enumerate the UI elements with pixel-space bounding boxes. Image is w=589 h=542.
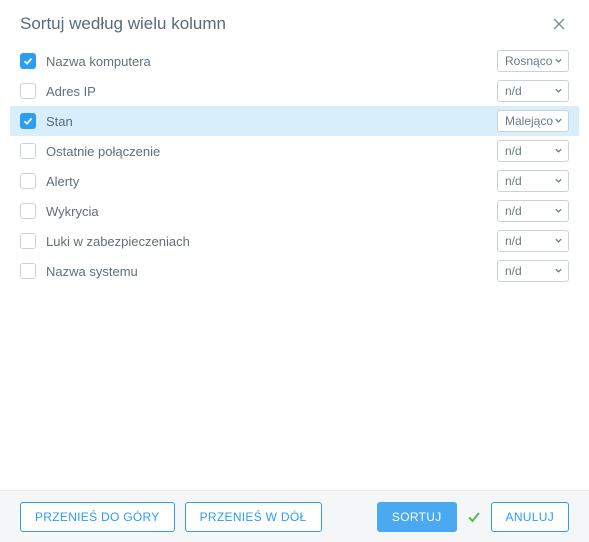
column-checkbox[interactable] bbox=[20, 83, 36, 99]
order-select-value: n/d bbox=[505, 174, 522, 188]
chevron-down-icon bbox=[554, 84, 563, 98]
column-label: Alerty bbox=[46, 174, 79, 189]
cancel-button[interactable]: ANULUJ bbox=[491, 502, 569, 532]
order-select-value: n/d bbox=[505, 264, 522, 278]
column-checkbox[interactable] bbox=[20, 113, 36, 129]
order-select-value: Malejąco bbox=[505, 114, 553, 128]
footer-left-group: PRZENIEŚ DO GÓRY PRZENIEŚ W DÓŁ bbox=[20, 502, 322, 532]
chevron-down-icon bbox=[554, 234, 563, 248]
move-down-button[interactable]: PRZENIEŚ W DÓŁ bbox=[185, 502, 322, 532]
column-checkbox[interactable] bbox=[20, 203, 36, 219]
column-row[interactable]: Wykrycia n/d bbox=[10, 196, 579, 226]
dialog-title: Sortuj według wielu kolumn bbox=[20, 14, 226, 34]
order-select[interactable]: n/d bbox=[497, 170, 569, 192]
checkmark-icon bbox=[23, 56, 33, 66]
column-label: Adres IP bbox=[46, 84, 96, 99]
column-checkbox[interactable] bbox=[20, 143, 36, 159]
column-row[interactable]: Ostatnie połączenie n/d bbox=[10, 136, 579, 166]
chevron-down-icon bbox=[554, 174, 563, 188]
column-label: Stan bbox=[46, 114, 73, 129]
row-left: Nazwa komputera bbox=[20, 53, 151, 69]
close-button[interactable] bbox=[549, 14, 569, 34]
order-select[interactable]: Rosnąco bbox=[497, 50, 569, 72]
column-row[interactable]: Nazwa komputera Rosnąco bbox=[10, 46, 579, 76]
column-label: Nazwa komputera bbox=[46, 54, 151, 69]
row-left: Nazwa systemu bbox=[20, 263, 138, 279]
column-label: Nazwa systemu bbox=[46, 264, 138, 279]
order-select-value: n/d bbox=[505, 144, 522, 158]
row-left: Alerty bbox=[20, 173, 79, 189]
check-icon bbox=[467, 510, 481, 524]
column-row[interactable]: Adres IP n/d bbox=[10, 76, 579, 106]
order-select-value: n/d bbox=[505, 234, 522, 248]
move-up-button[interactable]: PRZENIEŚ DO GÓRY bbox=[20, 502, 175, 532]
order-select-value: n/d bbox=[505, 204, 522, 218]
close-icon bbox=[553, 18, 565, 30]
column-row[interactable]: Luki w zabezpieczeniach n/d bbox=[10, 226, 579, 256]
order-select-value: Rosnąco bbox=[505, 54, 552, 68]
chevron-down-icon bbox=[554, 114, 563, 128]
column-label: Luki w zabezpieczeniach bbox=[46, 234, 190, 249]
column-row[interactable]: Stan Malejąco bbox=[10, 106, 579, 136]
column-label: Ostatnie połączenie bbox=[46, 144, 160, 159]
column-checkbox[interactable] bbox=[20, 173, 36, 189]
chevron-down-icon bbox=[554, 54, 563, 68]
row-left: Luki w zabezpieczeniach bbox=[20, 233, 190, 249]
chevron-down-icon bbox=[554, 264, 563, 278]
sort-applied-indicator bbox=[467, 510, 481, 524]
order-select[interactable]: n/d bbox=[497, 140, 569, 162]
chevron-down-icon bbox=[554, 144, 563, 158]
checkmark-icon bbox=[23, 116, 33, 126]
dialog-header: Sortuj według wielu kolumn bbox=[0, 0, 589, 38]
order-select[interactable]: n/d bbox=[497, 200, 569, 222]
row-left: Stan bbox=[20, 113, 73, 129]
column-row[interactable]: Alerty n/d bbox=[10, 166, 579, 196]
row-left: Wykrycia bbox=[20, 203, 99, 219]
chevron-down-icon bbox=[554, 204, 563, 218]
row-left: Ostatnie połączenie bbox=[20, 143, 160, 159]
dialog-footer: PRZENIEŚ DO GÓRY PRZENIEŚ W DÓŁ SORTUJ A… bbox=[0, 490, 589, 542]
column-list: Nazwa komputera Rosnąco Adres IP n/d Stan Mal… bbox=[0, 38, 589, 286]
order-select-value: n/d bbox=[505, 84, 522, 98]
column-checkbox[interactable] bbox=[20, 53, 36, 69]
column-row[interactable]: Nazwa systemu n/d bbox=[10, 256, 579, 286]
column-label: Wykrycia bbox=[46, 204, 99, 219]
order-select[interactable]: Malejąco bbox=[497, 110, 569, 132]
footer-right-group: SORTUJ ANULUJ bbox=[377, 502, 569, 532]
sort-dialog: Sortuj według wielu kolumn Nazwa kompute… bbox=[0, 0, 589, 542]
sort-button[interactable]: SORTUJ bbox=[377, 502, 457, 532]
order-select[interactable]: n/d bbox=[497, 230, 569, 252]
row-left: Adres IP bbox=[20, 83, 96, 99]
order-select[interactable]: n/d bbox=[497, 260, 569, 282]
column-checkbox[interactable] bbox=[20, 233, 36, 249]
order-select[interactable]: n/d bbox=[497, 80, 569, 102]
column-checkbox[interactable] bbox=[20, 263, 36, 279]
